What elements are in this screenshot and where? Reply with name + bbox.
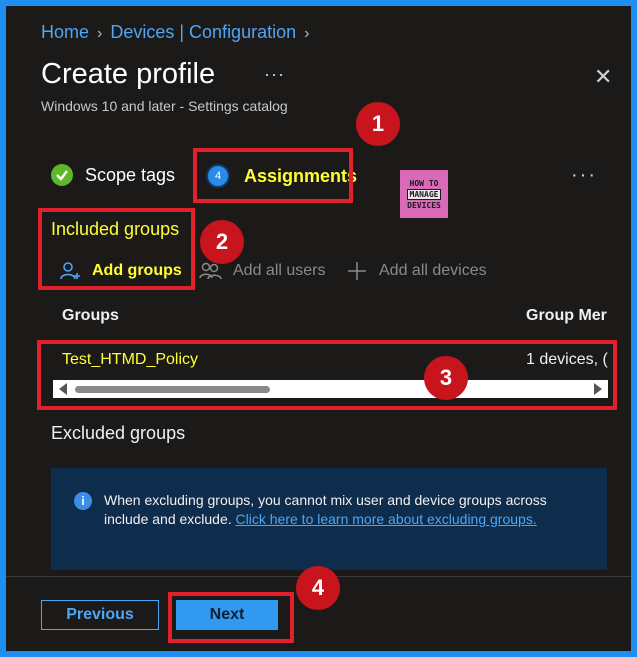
page-subtitle: Windows 10 and later - Settings catalog bbox=[41, 98, 288, 114]
learn-more-link[interactable]: Click here to learn more about excluding… bbox=[236, 511, 537, 527]
add-all-devices-button[interactable]: Add all devices bbox=[347, 261, 487, 281]
callout-badge-2: 2 bbox=[200, 220, 244, 264]
htmd-logo: HOW TO MANAGE DEVICES bbox=[400, 170, 448, 218]
highlight-add-groups bbox=[38, 208, 195, 290]
callout-badge-1: 1 bbox=[356, 102, 400, 146]
logo-line-2: MANAGE bbox=[406, 188, 442, 200]
more-options-icon[interactable]: ··· bbox=[571, 164, 597, 187]
chevron-right-icon: › bbox=[304, 25, 310, 42]
highlight-group-row bbox=[37, 340, 617, 410]
callout-badge-3: 3 bbox=[424, 356, 468, 400]
close-icon[interactable]: ✕ bbox=[594, 64, 612, 90]
page-title: Create profile bbox=[41, 58, 216, 90]
add-all-users-label: Add all users bbox=[233, 262, 326, 279]
column-header-group-members[interactable]: Group Mer bbox=[526, 307, 607, 325]
more-options-icon[interactable]: ··· bbox=[264, 64, 285, 85]
excluded-groups-title: Excluded groups bbox=[51, 423, 186, 443]
users-icon bbox=[199, 262, 222, 280]
previous-button[interactable]: Previous bbox=[41, 600, 159, 630]
column-header-groups[interactable]: Groups bbox=[62, 307, 119, 325]
breadcrumb: Home › Devices | Configuration › bbox=[41, 22, 317, 43]
logo-line-1: HOW TO bbox=[409, 178, 439, 188]
tab-scope-tags-label: Scope tags bbox=[85, 164, 176, 185]
highlight-assignments bbox=[193, 148, 353, 203]
check-icon bbox=[51, 164, 73, 186]
info-banner-text: When excluding groups, you cannot mix us… bbox=[104, 491, 594, 529]
chevron-right-icon: › bbox=[97, 25, 103, 42]
info-icon: i bbox=[74, 492, 92, 510]
callout-badge-4: 4 bbox=[296, 566, 340, 610]
create-profile-panel: Home › Devices | Configuration › Create pro… bbox=[6, 6, 631, 651]
breadcrumb-home[interactable]: Home bbox=[41, 22, 89, 42]
highlight-next-button bbox=[168, 592, 294, 643]
logo-line-3: DEVICES bbox=[407, 200, 441, 210]
add-all-devices-label: Add all devices bbox=[379, 262, 487, 279]
add-all-users-button[interactable]: Add all users bbox=[199, 261, 326, 281]
tab-scope-tags[interactable]: Scope tags bbox=[51, 164, 175, 186]
info-banner: i When excluding groups, you cannot mix … bbox=[51, 468, 607, 570]
plus-icon bbox=[348, 262, 366, 280]
breadcrumb-devices[interactable]: Devices | Configuration bbox=[110, 22, 296, 42]
